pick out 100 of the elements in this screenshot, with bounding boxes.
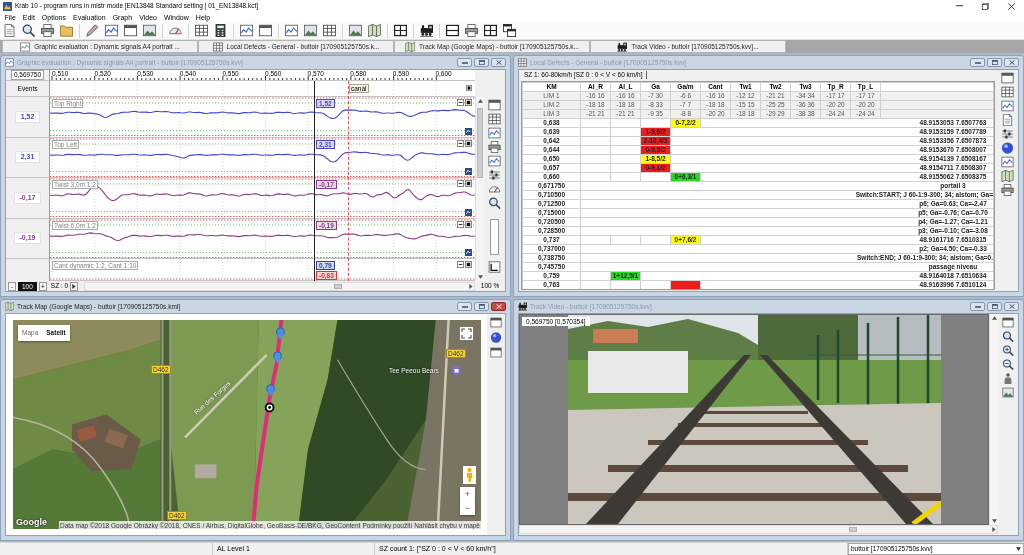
square-icon[interactable] bbox=[466, 85, 472, 91]
table-icon[interactable] bbox=[488, 113, 501, 125]
close-icon[interactable] bbox=[1007, 2, 1015, 10]
scrollbar-thumb[interactable] bbox=[334, 283, 343, 289]
maximize-button[interactable] bbox=[474, 302, 489, 311]
document-icon[interactable] bbox=[3, 24, 16, 37]
chart-icon[interactable] bbox=[105, 24, 118, 37]
picture-icon[interactable] bbox=[304, 24, 317, 37]
maximize-icon[interactable] bbox=[478, 304, 485, 309]
window-icon[interactable] bbox=[1002, 317, 1014, 328]
close-icon[interactable] bbox=[495, 60, 502, 65]
search-icon[interactable] bbox=[22, 24, 35, 37]
picture-icon[interactable] bbox=[349, 24, 362, 37]
table-icon[interactable] bbox=[1000, 86, 1014, 98]
horizontal-scrollbar[interactable] bbox=[519, 525, 998, 534]
zoom-in-button[interactable]: + bbox=[460, 487, 475, 501]
close-button[interactable] bbox=[491, 302, 506, 311]
dropdown-caret-icon[interactable] bbox=[1016, 547, 1021, 551]
square-icon[interactable] bbox=[465, 220, 472, 228]
vertical-scrollbar[interactable] bbox=[475, 97, 484, 281]
scroll-up-icon[interactable] bbox=[477, 99, 483, 103]
minimize-button[interactable] bbox=[970, 58, 985, 67]
channel-badge-icon[interactable] bbox=[465, 127, 472, 135]
scroll-down-icon[interactable] bbox=[477, 275, 483, 279]
grid-icon[interactable] bbox=[394, 24, 407, 37]
scrollbar-thumb[interactable] bbox=[477, 108, 483, 178]
window-icon[interactable] bbox=[259, 24, 272, 37]
minimize-icon[interactable] bbox=[461, 305, 468, 308]
sliders-icon[interactable] bbox=[1000, 128, 1014, 140]
map-icon[interactable] bbox=[1000, 170, 1014, 182]
window-icon[interactable] bbox=[488, 99, 501, 111]
minimize-button[interactable] bbox=[457, 302, 472, 311]
scrollbar-thumb[interactable] bbox=[849, 527, 858, 532]
minus-icon[interactable] bbox=[457, 180, 464, 187]
table-icon[interactable] bbox=[195, 24, 208, 37]
map-icon[interactable] bbox=[368, 24, 381, 37]
chart-icon[interactable] bbox=[240, 24, 253, 37]
square-icon[interactable] bbox=[465, 261, 472, 268]
close-icon[interactable] bbox=[1008, 60, 1015, 65]
zoom-out-icon[interactable] bbox=[1002, 359, 1014, 370]
gauge-icon[interactable] bbox=[169, 24, 182, 37]
minimize-button[interactable] bbox=[457, 58, 472, 67]
maximize-button[interactable] bbox=[474, 58, 489, 67]
close-icon[interactable] bbox=[1008, 304, 1015, 309]
grid-icon[interactable] bbox=[484, 24, 497, 37]
minus-icon[interactable] bbox=[457, 139, 464, 147]
channel-badge-icon[interactable] bbox=[465, 208, 472, 216]
search-icon[interactable] bbox=[1002, 331, 1014, 342]
scroll-right-icon[interactable] bbox=[992, 527, 996, 532]
printer-icon[interactable] bbox=[41, 24, 54, 37]
fullscreen-icon[interactable] bbox=[460, 327, 473, 340]
gauge-icon[interactable] bbox=[488, 183, 501, 195]
minimize-icon[interactable] bbox=[974, 305, 981, 308]
sphere-icon[interactable] bbox=[1000, 142, 1014, 154]
sphere-icon[interactable] bbox=[490, 332, 502, 343]
window-icon[interactable] bbox=[490, 347, 502, 358]
square-icon[interactable] bbox=[465, 99, 472, 106]
zoom-in-icon[interactable] bbox=[1002, 345, 1014, 356]
square-icon[interactable] bbox=[465, 180, 472, 187]
window-icon[interactable] bbox=[490, 317, 502, 328]
folder-icon[interactable] bbox=[60, 24, 73, 37]
maximize-icon[interactable] bbox=[991, 60, 998, 65]
minimize-button[interactable] bbox=[970, 302, 985, 311]
channel-badge-icon[interactable] bbox=[465, 249, 472, 256]
maximize-icon[interactable] bbox=[991, 304, 998, 309]
horizontal-scrollbar[interactable] bbox=[84, 281, 475, 291]
minimize-icon[interactable] bbox=[974, 61, 981, 64]
printer-icon[interactable] bbox=[1000, 184, 1014, 196]
chart-icon[interactable] bbox=[285, 24, 298, 37]
printer-icon[interactable] bbox=[488, 141, 501, 153]
channel-badge-icon[interactable] bbox=[465, 168, 472, 175]
minimize-icon[interactable] bbox=[955, 5, 963, 7]
split-window-icon[interactable] bbox=[446, 24, 459, 37]
grip-icon[interactable] bbox=[488, 261, 501, 273]
window-icon[interactable] bbox=[1000, 72, 1014, 84]
search-icon[interactable] bbox=[488, 197, 501, 209]
close-button[interactable] bbox=[1004, 302, 1019, 311]
maximize-button[interactable] bbox=[987, 302, 1002, 311]
table-icon[interactable] bbox=[323, 24, 336, 37]
sliders-icon[interactable] bbox=[488, 169, 501, 181]
chart-icon[interactable] bbox=[1000, 100, 1014, 112]
restore-icon[interactable] bbox=[981, 2, 989, 10]
minus-icon[interactable] bbox=[457, 99, 464, 106]
pen-icon[interactable] bbox=[86, 24, 99, 37]
minus-icon[interactable] bbox=[457, 220, 464, 228]
window-icon[interactable] bbox=[124, 24, 137, 37]
chart-icon[interactable] bbox=[488, 127, 501, 139]
square-icon[interactable] bbox=[465, 139, 472, 147]
picture-icon[interactable] bbox=[1002, 387, 1014, 398]
chart-icon[interactable] bbox=[488, 155, 501, 167]
scroll-up-icon[interactable] bbox=[991, 316, 997, 320]
place-icon[interactable] bbox=[452, 366, 461, 375]
person-icon[interactable] bbox=[1002, 373, 1014, 384]
minus-icon[interactable] bbox=[457, 261, 464, 268]
scroll-down-icon[interactable] bbox=[991, 519, 997, 523]
maximize-button[interactable] bbox=[987, 58, 1002, 67]
scroll-right-icon[interactable] bbox=[469, 283, 473, 289]
close-button[interactable] bbox=[1004, 58, 1019, 67]
chart-icon[interactable] bbox=[1000, 156, 1014, 168]
vertical-trackbar[interactable] bbox=[490, 219, 499, 255]
